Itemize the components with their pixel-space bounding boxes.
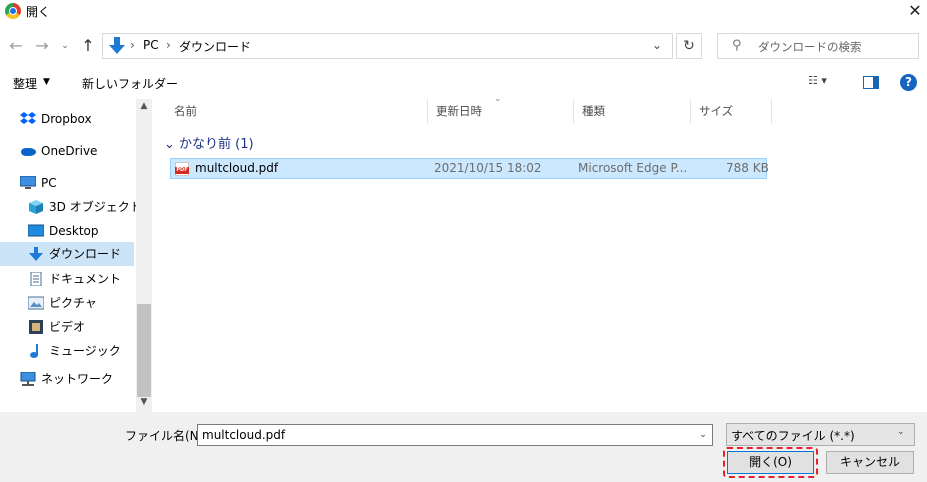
breadcrumb-pc[interactable]: PC <box>143 38 159 52</box>
forward-arrow-icon[interactable]: → <box>32 36 52 56</box>
close-icon[interactable]: ✕ <box>904 0 926 24</box>
cancel-button[interactable]: キャンセル <box>826 451 914 474</box>
breadcrumb-chevron-icon[interactable]: › <box>166 38 171 52</box>
scroll-up-icon[interactable]: ▲ <box>136 101 152 111</box>
navigation-pane: Dropbox OneDrive PC 3D オブジェクト Desktop ダウ… <box>0 99 152 412</box>
title-bar: 開く ✕ <box>0 0 927 24</box>
back-arrow-icon[interactable]: ← <box>6 36 26 56</box>
search-placeholder: ダウンロードの検索 <box>758 40 862 54</box>
nav-item-label: 3D オブジェクト <box>49 200 142 214</box>
search-input[interactable]: ⚲ ダウンロードの検索 <box>717 33 919 59</box>
nav-item-label: PC <box>41 176 57 190</box>
nav-scrollbar[interactable]: ▲ ▼ <box>136 99 152 412</box>
search-icon: ⚲ <box>732 38 742 53</box>
column-header-size[interactable]: サイズ <box>691 99 772 124</box>
column-header-type[interactable]: 種類 <box>574 99 691 124</box>
table-row[interactable]: multcloud.pdf 2021/10/15 18:02 Microsoft… <box>170 158 769 179</box>
nav-item-label: ドキュメント <box>49 272 122 286</box>
music-note-icon <box>30 344 38 358</box>
nav-item-label: ピクチャ <box>49 296 97 310</box>
nav-item-label: Dropbox <box>41 112 92 126</box>
filename-label: ファイル名(N): <box>125 429 208 443</box>
3d-objects-icon <box>29 200 43 214</box>
group-label: かなり前 (1) <box>179 137 254 152</box>
breadcrumb-downloads[interactable]: ダウンロード <box>179 38 251 55</box>
address-history-chevron-icon[interactable]: ⌄ <box>652 38 662 52</box>
file-type: Microsoft Edge P... <box>578 161 688 175</box>
nav-item-label: ダウンロード <box>49 247 122 261</box>
open-button[interactable]: 開く(O) <box>727 451 814 474</box>
organize-button[interactable]: 整理 <box>13 75 37 92</box>
window-title: 開く <box>26 5 51 19</box>
breadcrumb-chevron-icon: › <box>130 38 135 52</box>
scrollbar-thumb[interactable] <box>137 304 151 397</box>
nav-item-label: ネットワーク <box>41 372 114 386</box>
command-toolbar: 整理 ▼ 新しいフォルダー ☷ ▾ ? <box>0 70 927 96</box>
group-header[interactable]: ⌄ かなり前 (1) <box>164 133 254 152</box>
help-icon[interactable]: ? <box>900 74 917 91</box>
network-icon <box>20 372 36 386</box>
new-folder-button[interactable]: 新しいフォルダー <box>82 75 178 92</box>
filename-field[interactable]: multcloud.pdf ⌄ <box>197 424 713 446</box>
up-arrow-icon[interactable]: ↑ <box>78 36 98 56</box>
view-options-icon[interactable]: ☷ ▾ <box>808 74 844 92</box>
preview-pane-icon[interactable] <box>863 76 879 89</box>
filetype-value: すべてのファイル (*.*) <box>731 429 855 443</box>
nav-item-label: OneDrive <box>41 144 98 158</box>
pc-monitor-icon <box>20 176 36 189</box>
chevron-down-icon: ⌄ <box>164 137 180 152</box>
chrome-app-icon <box>5 3 21 19</box>
file-modified: 2021/10/15 18:02 <box>434 161 542 175</box>
download-arrow-icon <box>109 37 125 54</box>
chevron-down-icon[interactable]: ⌄ <box>695 427 711 443</box>
recent-locations-chevron-icon[interactable]: ⌄ <box>58 36 72 56</box>
desktop-icon <box>28 224 44 237</box>
video-icon <box>29 320 43 334</box>
nav-item-label: ビデオ <box>49 320 86 334</box>
pictures-icon <box>28 296 44 310</box>
file-list: 名前 更新日時 ⌄ 種類 サイズ ⌄ かなり前 (1) multcloud.pd… <box>160 94 927 412</box>
nav-item-label: Desktop <box>49 224 99 238</box>
scroll-down-icon[interactable]: ▼ <box>136 397 152 407</box>
nav-item-label: ミュージック <box>49 344 121 358</box>
column-header-name[interactable]: 名前 <box>166 99 428 124</box>
dropbox-icon <box>20 112 36 124</box>
chevron-down-icon: ⌄ <box>897 427 905 437</box>
filetype-select[interactable]: すべてのファイル (*.*) ⌄ <box>726 423 915 446</box>
address-bar[interactable]: › PC › ダウンロード ⌄ <box>102 33 673 59</box>
filename-value: multcloud.pdf <box>202 428 286 442</box>
file-name: multcloud.pdf <box>195 161 279 175</box>
dialog-footer: ファイル名(N): multcloud.pdf ⌄ すべてのファイル (*.*)… <box>0 412 927 482</box>
sort-caret-icon: ⌄ <box>494 94 502 104</box>
pdf-file-icon <box>175 162 189 176</box>
document-icon <box>30 272 42 286</box>
file-size: 788 KB <box>726 161 769 175</box>
caret-down-icon[interactable]: ▼ <box>43 77 50 87</box>
download-arrow-icon <box>29 247 43 261</box>
refresh-button[interactable]: ↻ <box>676 33 702 59</box>
onedrive-cloud-icon <box>21 148 36 156</box>
